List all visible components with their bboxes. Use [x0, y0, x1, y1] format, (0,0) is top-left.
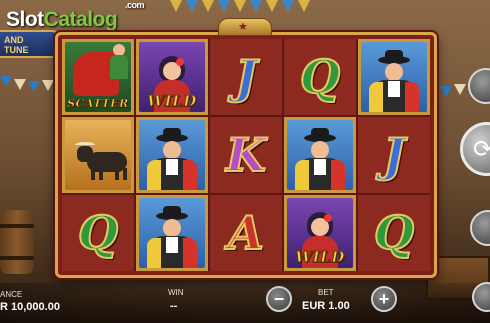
- symbol-q: Q: [299, 49, 341, 105]
- symbol-k: K: [225, 127, 267, 183]
- bet-label: BET: [318, 288, 334, 297]
- game-logo-line2: TUNE: [4, 45, 29, 55]
- bet-value: EUR 1.00: [302, 300, 350, 312]
- reel-cell: A: [210, 195, 282, 271]
- symbol-a: A: [227, 205, 265, 261]
- bottom-bar: ANCE R 10,000.00 WIN -- BET EUR 1.00: [0, 283, 490, 323]
- reel-cell: [358, 39, 430, 115]
- win-label: WIN: [168, 288, 184, 297]
- reel-cell: [136, 195, 208, 271]
- scatter-label: SCATTER: [67, 97, 129, 111]
- bet-increase-button[interactable]: +: [371, 286, 397, 312]
- reel-cell: WILD: [136, 39, 208, 115]
- symbol-matador: [139, 120, 205, 190]
- symbol-j: J: [382, 127, 406, 183]
- reel-cell: Q: [358, 195, 430, 271]
- reels-frame: SCATTER WILD J Q K JQ A WILD Q: [55, 32, 437, 278]
- symbol-wild: WILD: [287, 198, 353, 268]
- symbol-matador: [139, 198, 205, 268]
- balance-label: ANCE: [0, 290, 23, 299]
- reel-cell: J: [358, 117, 430, 193]
- spin-arrow-icon: ⟳: [473, 135, 490, 163]
- game-logo-line1: AND: [4, 35, 24, 45]
- slotcatalog-watermark: SlotCatalog .com: [6, 0, 145, 32]
- symbol-wild: WILD: [139, 42, 205, 112]
- symbol-bull: [65, 120, 131, 190]
- win-value: --: [170, 300, 178, 312]
- watermark-catalog: Catalog: [43, 8, 118, 31]
- reels-grid: SCATTER WILD J Q K JQ A WILD Q: [62, 39, 430, 271]
- symbol-scatter: SCATTER: [65, 42, 131, 112]
- symbol-j: J: [234, 49, 258, 105]
- reel-cell: WILD: [284, 195, 356, 271]
- watermark-slot: Slot: [6, 8, 44, 31]
- symbol-matador: [361, 42, 427, 112]
- plus-icon: +: [378, 289, 390, 309]
- reel-cell: J: [210, 39, 282, 115]
- bet-decrease-button[interactable]: −: [266, 286, 292, 312]
- symbol-q: Q: [77, 205, 119, 261]
- reel-cell: K: [210, 117, 282, 193]
- symbol-q: Q: [373, 205, 415, 261]
- minus-icon: −: [273, 289, 285, 309]
- balance-value: R 10,000.00: [0, 301, 60, 313]
- wild-label: WILD: [147, 92, 197, 111]
- reel-cell: Q: [284, 39, 356, 115]
- crest-star-icon: ★: [238, 21, 248, 33]
- wild-label: WILD: [295, 248, 345, 267]
- top-bunting: [170, 0, 320, 14]
- reel-cell: [62, 117, 134, 193]
- reel-cell: [136, 117, 208, 193]
- reel-cell: [284, 117, 356, 193]
- reel-cell: Q: [62, 195, 134, 271]
- left-bunting: [0, 76, 60, 92]
- watermark-com: .com: [125, 0, 145, 10]
- symbol-matador: [287, 120, 353, 190]
- barrel-decoration: [0, 210, 34, 274]
- game-logo: AND TUNE: [0, 30, 60, 58]
- reel-cell: SCATTER: [62, 39, 134, 115]
